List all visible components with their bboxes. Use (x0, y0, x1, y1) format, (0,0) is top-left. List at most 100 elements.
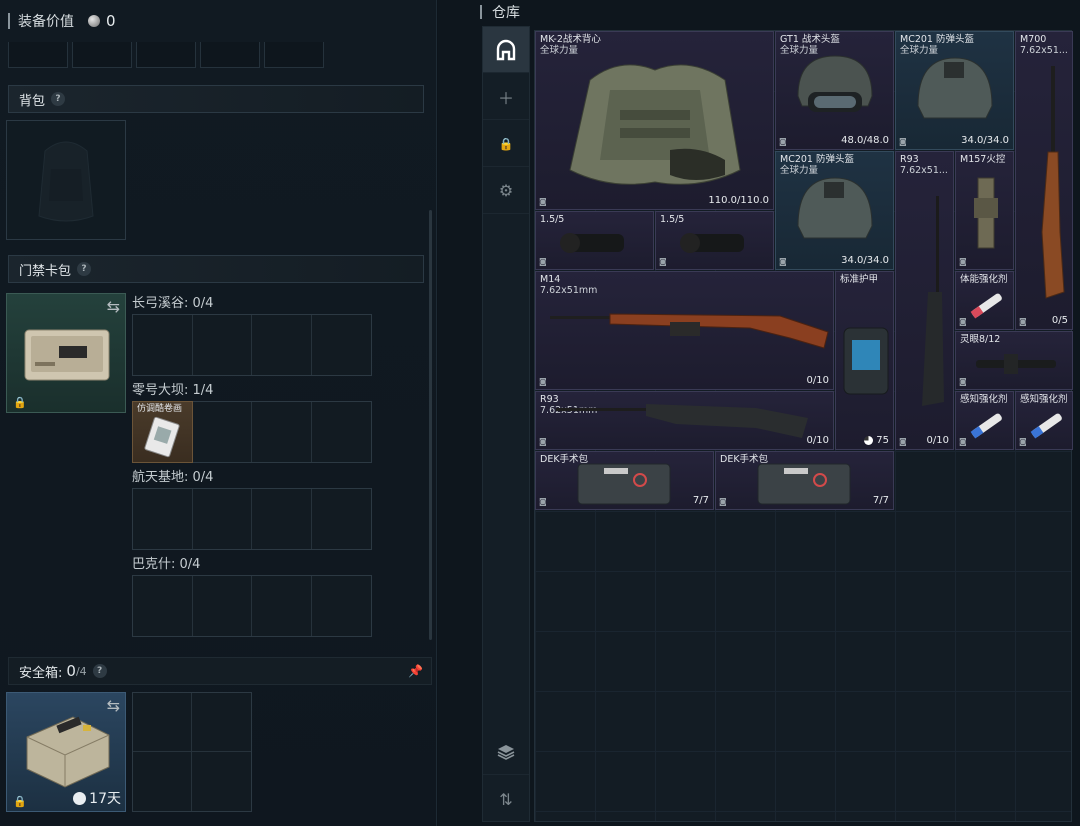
rifle-image (550, 313, 829, 349)
item-uses: 7/7 (872, 495, 889, 506)
swap-icon[interactable]: ⇆ (107, 698, 120, 714)
safebox-timer: 17天 (73, 788, 121, 808)
item-subtitle: 7.62x51... (900, 165, 948, 176)
stash-item-rifle[interactable]: M14 7.62x51mm ◙ 0/10 (535, 271, 834, 390)
plus-icon[interactable]: ＋ (483, 74, 529, 120)
equipment-panel: 装备价值 0 背包 ? 门禁卡包 ? ⇆ 🔒 长弓溪谷: 0/4 零号大坝: 1… (0, 0, 437, 826)
help-icon[interactable]: ? (51, 92, 66, 106)
stash-item-injector[interactable]: 感知强化剂 ◙ (1015, 391, 1073, 450)
item-tag-icon: ◙ (1019, 437, 1027, 446)
item-name: M157火控 (960, 154, 1006, 165)
item-tag-icon: ◙ (779, 257, 787, 266)
stash-item-helmet[interactable]: GT1 战术头盔 全球力量 ◙ 48.0/48.0 (775, 31, 894, 150)
item-tag-icon: ◙ (719, 497, 727, 506)
stash-item-scope[interactable]: 1.5/5 ◙ (655, 211, 774, 270)
item-name: MC201 防弹头盔 (900, 34, 974, 45)
layers-icon[interactable] (483, 729, 529, 775)
stash-item-scope[interactable]: 灵眼8/12 ◙ (955, 331, 1073, 390)
pin-icon[interactable]: 📌 (408, 664, 423, 678)
item-ammo: 0/10 (806, 375, 829, 386)
rifle-image (556, 404, 808, 438)
cardpack-item-image (24, 329, 110, 381)
item-name: 1.5/5 (660, 214, 685, 225)
stash-item-medkit[interactable]: DEK手术包 ◙ 7/7 (535, 451, 714, 510)
cardpack-slot[interactable]: ⇆ 🔒 (6, 293, 126, 413)
item-tag-icon: ◙ (959, 377, 967, 386)
item-tag-icon: ◙ (539, 497, 547, 506)
access-card-item[interactable]: 仿调酷卷画 (132, 401, 193, 463)
helmet-image (917, 57, 993, 119)
item-tag-icon: ◙ (539, 377, 547, 386)
left-scrollbar[interactable] (429, 210, 432, 640)
vest-image (569, 64, 741, 185)
fire-control-image (974, 177, 998, 249)
card-group-grid[interactable] (132, 575, 372, 637)
item-subtitle: 7.62x51mm (540, 285, 598, 296)
item-name: 灵眼8/12 (960, 334, 1001, 345)
item-name: M14 (540, 274, 561, 285)
rifle-image (1041, 66, 1065, 299)
stash-item-scope[interactable]: 1.5/5 ◙ (535, 211, 654, 270)
item-name: MC201 防弹头盔 (780, 154, 854, 165)
cardpack-section-header: 门禁卡包 ? (8, 255, 424, 283)
stash-title: 仓库 (492, 5, 520, 21)
clock-icon (73, 791, 87, 805)
swap-icon[interactable]: ⇆ (107, 299, 120, 315)
stash-item-rifle[interactable]: R93 7.62x51... ◙ 0/10 (895, 151, 954, 450)
scope-image (976, 354, 1056, 374)
card-group-grid[interactable] (132, 314, 372, 376)
safebox-grid[interactable] (132, 692, 252, 812)
item-uses: 7/7 (692, 495, 709, 506)
help-icon[interactable]: ? (77, 262, 92, 276)
stash-grid[interactable]: MK-2战术背心 全球力量 ◙ 110.0/110.0 GT1 战术头盔 全球力… (534, 30, 1073, 822)
item-tag-icon: ◙ (959, 317, 967, 326)
safebox-count: 0 (66, 662, 76, 680)
lock-icon[interactable]: 🔒 (483, 121, 529, 167)
stash-item-injector[interactable]: 体能强化剂 ◙ (955, 271, 1014, 330)
item-name: 体能强化剂 (960, 274, 1008, 285)
backpack-placeholder-icon (38, 141, 94, 222)
stash-item-armor[interactable]: 标准护甲 75 (835, 271, 894, 450)
gear-icon[interactable]: ⚙ (483, 168, 529, 214)
equipment-slot[interactable] (264, 42, 324, 68)
home-icon[interactable] (483, 27, 529, 73)
equipment-slot[interactable] (8, 42, 68, 68)
item-ammo: 0/10 (806, 435, 829, 446)
coin-icon (88, 15, 100, 27)
sort-icon[interactable]: ⇅ (483, 776, 529, 822)
stash-item-helmet[interactable]: MC201 防弹头盔 全球力量 ◙ 34.0/34.0 (895, 31, 1014, 150)
backpack-section-header: 背包 ? (8, 85, 424, 113)
item-tag-icon: ◙ (959, 257, 967, 266)
equipment-slot[interactable] (72, 42, 132, 68)
scope-image (680, 233, 744, 253)
stash-item-rifle[interactable]: M700 7.62x51... ◙ 0/5 (1015, 31, 1073, 330)
equipment-slot[interactable] (200, 42, 260, 68)
injector-image (1030, 413, 1062, 439)
safebox-section-header: 安全箱: 0 /4 ? 📌 (8, 657, 432, 685)
equipment-slot-row (8, 42, 324, 68)
equipment-slot[interactable] (136, 42, 196, 68)
stash-item-medkit[interactable]: DEK手术包 ◙ 7/7 (715, 451, 894, 510)
safebox-slot[interactable]: ⇆ 🔒 17天 (6, 692, 126, 812)
item-tag-icon: ◙ (539, 257, 547, 266)
item-tag-icon: ◙ (659, 257, 667, 266)
cardpack-label: 门禁卡包 (19, 263, 72, 279)
injector-image (970, 293, 1002, 319)
safebox-timer-value: 17天 (89, 791, 121, 807)
stash-item-injector[interactable]: 感知强化剂 ◙ (955, 391, 1014, 450)
stash-item-fire-control[interactable]: M157火控 ◙ (955, 151, 1014, 270)
card-group-grid[interactable] (132, 488, 372, 550)
item-name: 仿调酷卷画 (137, 404, 183, 414)
stash-item-rifle[interactable]: R93 7.62x51mm ◙ 0/10 (535, 391, 834, 450)
backpack-slot[interactable] (6, 120, 126, 240)
item-name: 感知强化剂 (960, 394, 1008, 405)
item-durability: 34.0/34.0 (961, 135, 1009, 146)
stash-item-helmet[interactable]: MC201 防弹头盔 全球力量 ◙ 34.0/34.0 (775, 151, 894, 270)
item-name: GT1 战术头盔 (780, 34, 840, 45)
help-icon[interactable]: ? (92, 664, 107, 678)
stash-item-vest[interactable]: MK-2战术背心 全球力量 ◙ 110.0/110.0 (535, 31, 774, 210)
card-group-label: 零号大坝: 1/4 (132, 383, 214, 398)
item-durability: 48.0/48.0 (841, 135, 889, 146)
item-name: 1.5/5 (540, 214, 565, 225)
safebox-capacity: /4 (75, 664, 87, 678)
